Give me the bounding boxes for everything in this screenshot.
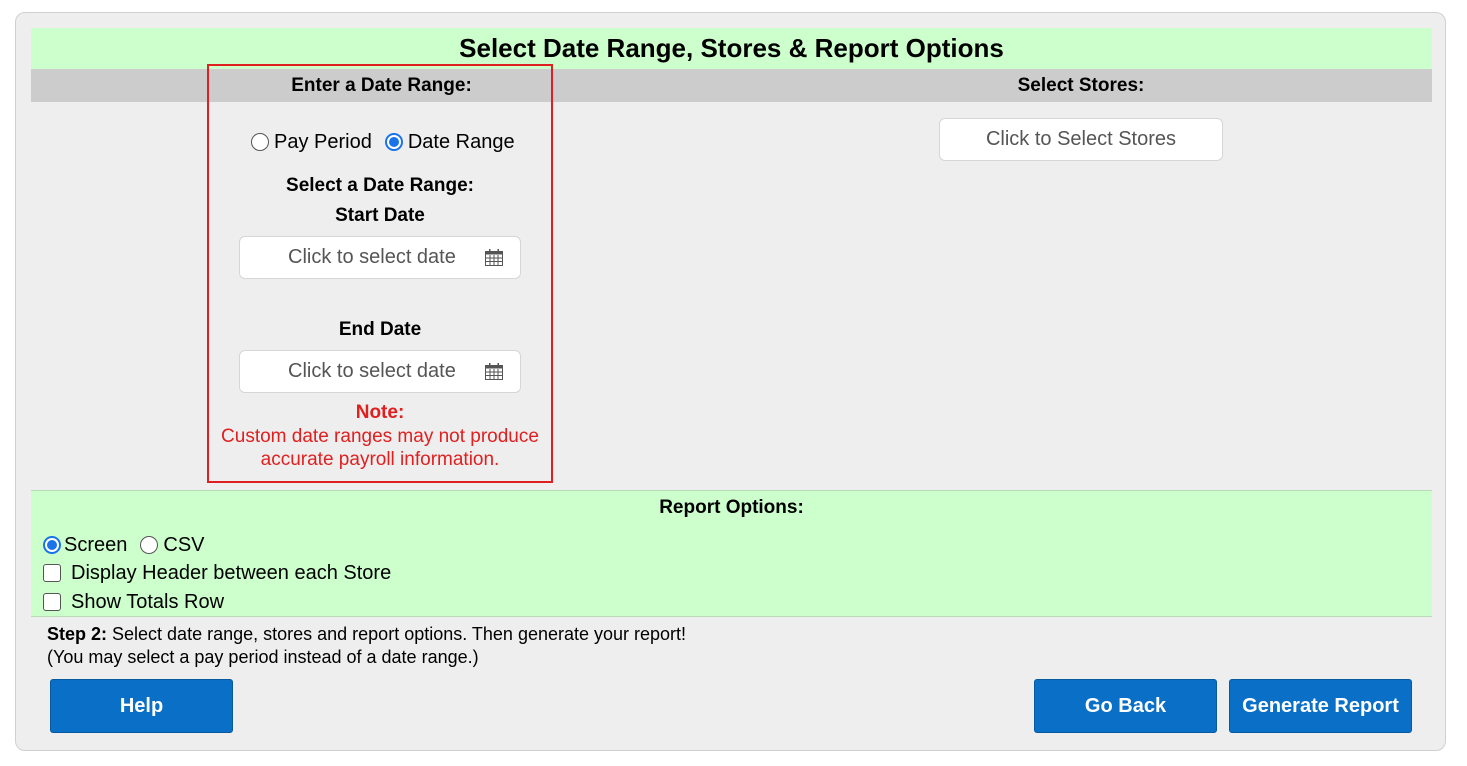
note-line-1: Custom date ranges may not produce [221, 426, 539, 447]
note-text: Custom date ranges may not produce accur… [209, 425, 551, 471]
report-options-heading: Report Options: [659, 497, 804, 518]
pay-period-label[interactable]: Pay Period [274, 131, 372, 154]
end-date-placeholder: Click to select date [288, 360, 456, 382]
end-date-input[interactable]: Click to select date [239, 350, 521, 393]
select-range-label: Select a Date Range: [286, 175, 474, 196]
step-subtext: (You may select a pay period instead of … [47, 647, 479, 667]
note-title: Note: [355, 402, 405, 423]
calendar-icon[interactable] [485, 363, 503, 380]
start-date-input[interactable]: Click to select date [239, 236, 521, 279]
step-text: Select date range, stores and report opt… [107, 624, 687, 644]
display-header-label[interactable]: Display Header between each Store [71, 562, 391, 585]
screen-radio[interactable] [43, 536, 61, 554]
format-radios: Screen CSV [43, 533, 205, 557]
note-line-2: accurate payroll information. [260, 449, 500, 470]
report-options-section: Report Options: Screen CSV Display Heade… [31, 490, 1432, 617]
calendar-icon[interactable] [485, 249, 503, 266]
date-mode-radios: Pay Period Date Range [251, 130, 515, 154]
step-label: Step 2: [47, 624, 108, 644]
go-back-button[interactable]: Go Back [1034, 679, 1217, 733]
page-title: Select Date Range, Stores & Report Optio… [31, 28, 1432, 69]
generate-report-button[interactable]: Generate Report [1229, 679, 1412, 733]
start-date-placeholder: Click to select date [288, 246, 456, 268]
pay-period-radio[interactable] [251, 133, 269, 151]
help-button[interactable]: Help [50, 679, 233, 733]
screen-label[interactable]: Screen [64, 534, 127, 557]
select-stores-heading: Select Stores: [1017, 75, 1145, 96]
display-header-checkbox[interactable] [43, 564, 61, 582]
show-totals-label[interactable]: Show Totals Row [71, 591, 224, 614]
date-range-radio[interactable] [384, 133, 403, 151]
date-range-label[interactable]: Date Range [408, 131, 515, 154]
display-header-option: Display Header between each Store [43, 561, 391, 585]
csv-label[interactable]: CSV [163, 534, 204, 557]
csv-radio[interactable] [140, 536, 159, 554]
select-stores-button[interactable]: Click to Select Stores [939, 118, 1223, 161]
end-date-label: End Date [338, 319, 422, 340]
show-totals-option: Show Totals Row [43, 590, 224, 614]
show-totals-checkbox[interactable] [43, 593, 61, 611]
step-instructions: Step 2: Select date range, stores and re… [47, 623, 686, 669]
start-date-label: Start Date [335, 205, 425, 226]
